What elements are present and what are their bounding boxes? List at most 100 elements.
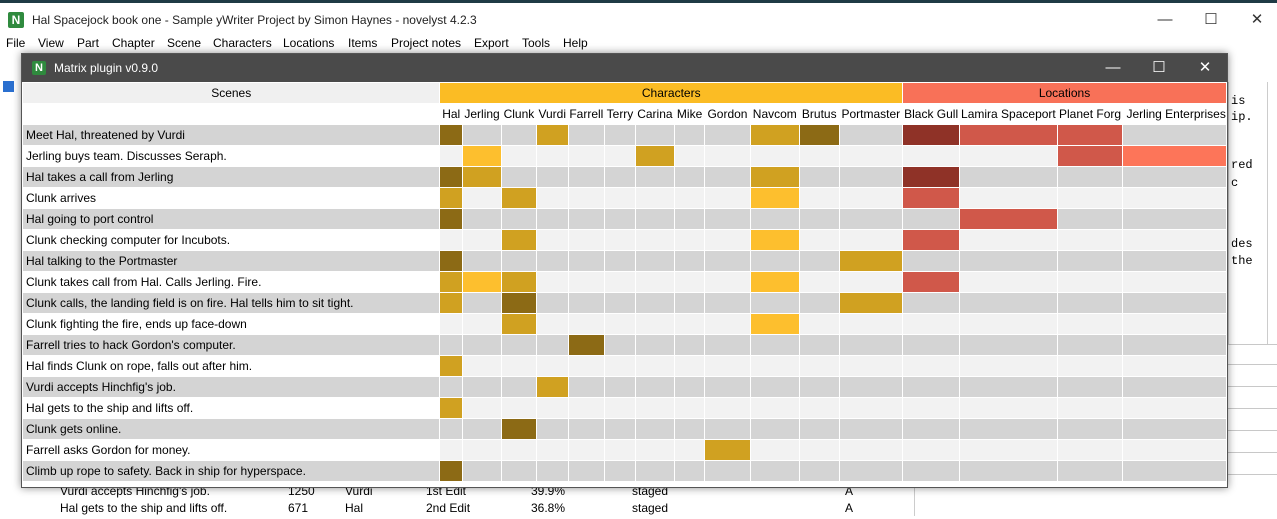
location-cell[interactable] <box>1122 187 1227 209</box>
location-cell[interactable] <box>1122 124 1227 146</box>
location-cell[interactable] <box>1056 208 1124 230</box>
location-cell[interactable] <box>959 229 1058 251</box>
location-cell[interactable] <box>959 166 1058 188</box>
matrix-minimize-button[interactable]: — <box>1090 54 1136 82</box>
character-cell[interactable] <box>749 439 800 461</box>
location-cell[interactable] <box>1056 334 1124 356</box>
location-cell[interactable] <box>1056 376 1124 398</box>
character-column-header[interactable]: Gordon <box>704 103 751 125</box>
character-column-header[interactable]: Jerling <box>462 103 503 125</box>
character-cell[interactable] <box>604 418 636 440</box>
character-cell[interactable] <box>462 229 503 251</box>
character-cell[interactable] <box>604 145 636 167</box>
scene-title[interactable]: Clunk checking computer for Incubots. <box>22 229 441 251</box>
location-cell[interactable] <box>1056 250 1124 272</box>
location-cell[interactable] <box>902 355 961 377</box>
character-cell[interactable] <box>439 229 464 251</box>
location-cell[interactable] <box>959 460 1058 482</box>
character-cell[interactable] <box>501 145 537 167</box>
character-cell[interactable] <box>535 397 569 419</box>
location-cell[interactable] <box>902 397 961 419</box>
character-cell[interactable] <box>673 271 706 293</box>
character-cell[interactable] <box>462 418 503 440</box>
character-cell[interactable] <box>501 334 537 356</box>
character-cell[interactable] <box>439 376 464 398</box>
character-cell[interactable] <box>634 145 675 167</box>
location-cell[interactable] <box>1056 397 1124 419</box>
location-cell[interactable] <box>902 271 961 293</box>
character-cell[interactable] <box>749 292 800 314</box>
character-cell[interactable] <box>838 418 904 440</box>
location-cell[interactable] <box>1122 460 1227 482</box>
character-cell[interactable] <box>798 313 840 335</box>
character-cell[interactable] <box>634 124 675 146</box>
character-cell[interactable] <box>501 292 537 314</box>
character-cell[interactable] <box>673 376 706 398</box>
location-cell[interactable] <box>1056 460 1124 482</box>
character-cell[interactable] <box>749 124 800 146</box>
character-column-header[interactable]: Clunk <box>501 103 537 125</box>
location-cell[interactable] <box>902 376 961 398</box>
character-cell[interactable] <box>604 292 636 314</box>
scene-title[interactable]: Farrell tries to hack Gordon's computer. <box>22 334 441 356</box>
character-cell[interactable] <box>439 145 464 167</box>
character-cell[interactable] <box>749 229 800 251</box>
character-cell[interactable] <box>535 145 569 167</box>
menu-project-notes[interactable]: Project notes <box>391 36 461 50</box>
character-cell[interactable] <box>501 439 537 461</box>
location-cell[interactable] <box>902 187 961 209</box>
character-cell[interactable] <box>567 124 606 146</box>
character-cell[interactable] <box>604 397 636 419</box>
character-cell[interactable] <box>838 166 904 188</box>
character-cell[interactable] <box>634 439 675 461</box>
character-cell[interactable] <box>749 334 800 356</box>
character-cell[interactable] <box>462 397 503 419</box>
character-cell[interactable] <box>462 292 503 314</box>
character-cell[interactable] <box>501 271 537 293</box>
character-cell[interactable] <box>604 124 636 146</box>
matrix-close-button[interactable]: ✕ <box>1182 54 1227 82</box>
character-cell[interactable] <box>501 250 537 272</box>
character-cell[interactable] <box>749 187 800 209</box>
character-cell[interactable] <box>673 460 706 482</box>
location-cell[interactable] <box>959 313 1058 335</box>
location-cell[interactable] <box>959 334 1058 356</box>
character-cell[interactable] <box>838 208 904 230</box>
scene-title[interactable]: Clunk arrives <box>22 187 441 209</box>
menu-view[interactable]: View <box>38 36 64 50</box>
location-cell[interactable] <box>959 124 1058 146</box>
location-cell[interactable] <box>1122 229 1227 251</box>
character-cell[interactable] <box>535 166 569 188</box>
character-cell[interactable] <box>798 124 840 146</box>
character-cell[interactable] <box>704 292 751 314</box>
character-cell[interactable] <box>567 292 606 314</box>
character-cell[interactable] <box>704 124 751 146</box>
location-cell[interactable] <box>1056 145 1124 167</box>
location-cell[interactable] <box>902 124 961 146</box>
character-cell[interactable] <box>535 376 569 398</box>
character-cell[interactable] <box>704 271 751 293</box>
scene-title[interactable]: Climb up rope to safety. Back in ship fo… <box>22 460 441 482</box>
character-cell[interactable] <box>604 334 636 356</box>
character-cell[interactable] <box>838 292 904 314</box>
location-cell[interactable] <box>1056 166 1124 188</box>
location-cell[interactable] <box>959 376 1058 398</box>
character-cell[interactable] <box>749 355 800 377</box>
character-cell[interactable] <box>567 418 606 440</box>
scene-title[interactable]: Farrell asks Gordon for money. <box>22 439 441 461</box>
character-cell[interactable] <box>501 313 537 335</box>
character-cell[interactable] <box>439 166 464 188</box>
location-cell[interactable] <box>1056 313 1124 335</box>
character-cell[interactable] <box>567 208 606 230</box>
character-cell[interactable] <box>462 313 503 335</box>
location-column-header[interactable]: Jerling Enterprises <box>1122 103 1227 125</box>
character-column-header[interactable]: Portmaster <box>838 103 904 125</box>
location-cell[interactable] <box>902 208 961 230</box>
location-cell[interactable] <box>902 439 961 461</box>
scene-title[interactable]: Clunk takes call from Hal. Calls Jerling… <box>22 271 441 293</box>
scene-title[interactable]: Meet Hal, threatened by Vurdi <box>22 124 441 146</box>
character-cell[interactable] <box>535 460 569 482</box>
minimize-button[interactable]: — <box>1142 6 1188 34</box>
character-cell[interactable] <box>634 292 675 314</box>
location-cell[interactable] <box>1122 271 1227 293</box>
